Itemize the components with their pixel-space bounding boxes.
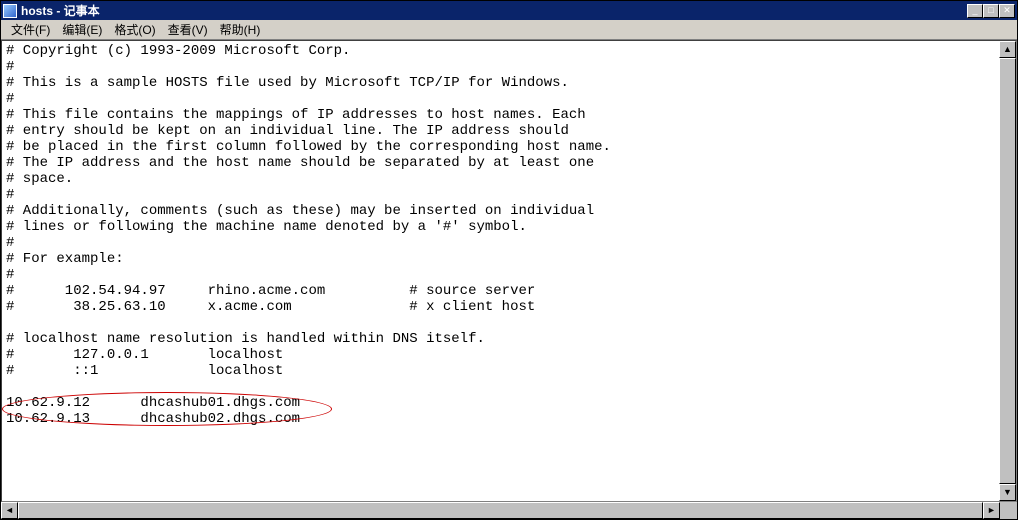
minimize-button[interactable]: _ (967, 4, 983, 18)
scroll-down-button[interactable]: ▼ (999, 484, 1016, 501)
scroll-left-button[interactable]: ◄ (1, 502, 18, 519)
vertical-scrollbar[interactable]: ▲ ▼ (999, 41, 1016, 501)
close-button[interactable]: ✕ (999, 4, 1015, 18)
vscroll-thumb[interactable] (999, 58, 1016, 484)
horizontal-scrollbar[interactable]: ◄ ► (1, 502, 1000, 519)
menu-view[interactable]: 查看(V) (162, 19, 214, 40)
menu-edit[interactable]: 编辑(E) (56, 19, 108, 40)
scrollbar-corner (1000, 502, 1017, 519)
window-buttons: _ □ ✕ (967, 4, 1015, 18)
menu-file[interactable]: 文件(F) (5, 19, 56, 40)
window-title: hosts - 记事本 (21, 2, 967, 19)
menu-format[interactable]: 格式(O) (108, 19, 161, 40)
maximize-button[interactable]: □ (983, 4, 999, 18)
bottom-scroll-row: ◄ ► (1, 502, 1017, 519)
vscroll-track[interactable] (999, 58, 1016, 484)
hscroll-thumb[interactable] (18, 502, 983, 519)
scroll-up-button[interactable]: ▲ (999, 41, 1016, 58)
text-editor[interactable]: # Copyright (c) 1993-2009 Microsoft Corp… (2, 41, 1016, 501)
titlebar[interactable]: hosts - 记事本 _ □ ✕ (1, 1, 1017, 20)
notepad-icon (3, 4, 17, 18)
hscroll-track[interactable] (18, 502, 983, 519)
client-area: # Copyright (c) 1993-2009 Microsoft Corp… (1, 40, 1017, 502)
menu-help[interactable]: 帮助(H) (214, 19, 267, 40)
scroll-right-button[interactable]: ► (983, 502, 1000, 519)
menubar: 文件(F) 编辑(E) 格式(O) 查看(V) 帮助(H) (1, 20, 1017, 40)
